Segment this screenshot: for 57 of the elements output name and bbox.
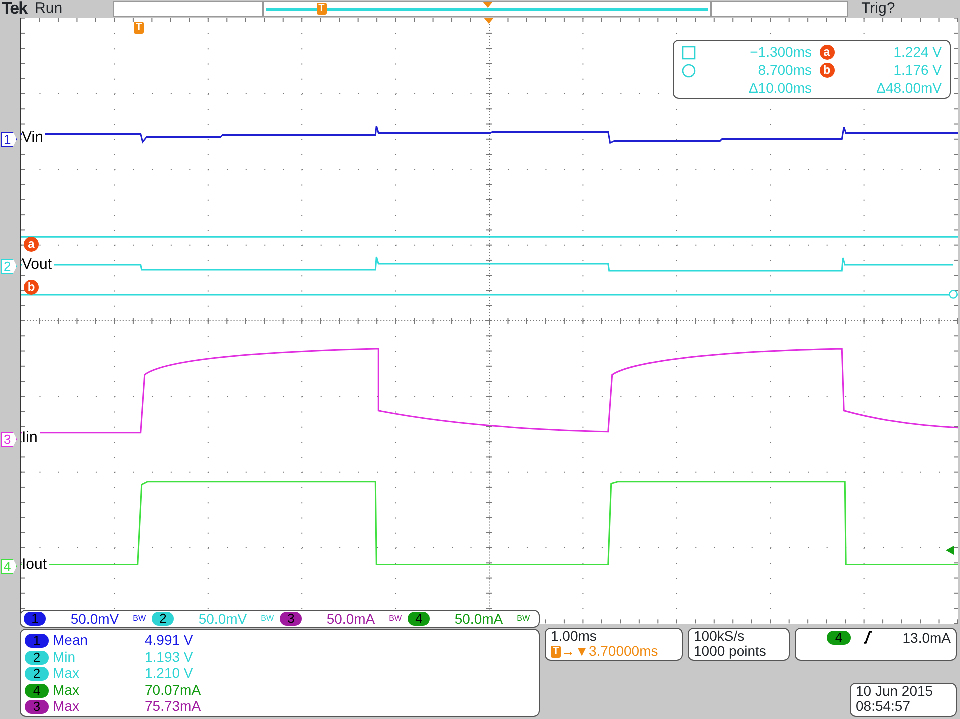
- cursor-value: 1.224 V: [892, 44, 942, 61]
- measurement-value: 75.73mA: [145, 698, 202, 716]
- circle-cursor-icon: [682, 64, 696, 78]
- cursor-marker: a: [820, 44, 834, 60]
- channel-badge: 2: [25, 667, 49, 682]
- cursor-marker: b: [820, 62, 834, 78]
- channel-badge: 2: [25, 650, 49, 665]
- trigger-position-marker: T: [134, 22, 144, 34]
- trigger-position: →▼3.70000ms: [561, 644, 658, 659]
- channel-badge: 1: [24, 612, 46, 626]
- measurement-name: Max: [53, 682, 80, 699]
- date-text: 10 Jun 2015: [856, 684, 934, 699]
- trigger-level-icon: [946, 546, 954, 555]
- run-status: Run: [35, 0, 63, 18]
- rising-edge-icon: [863, 631, 873, 644]
- measurement-name: Max: [53, 698, 80, 716]
- measurement-value: 4.991 V: [145, 632, 194, 649]
- channel-scale: 50.0mV: [70, 610, 120, 628]
- channel-badge: 4: [827, 631, 851, 645]
- record-length: 1000 points: [694, 644, 768, 659]
- square-cursor-icon: [682, 46, 696, 60]
- bandwidth-limit-label: BW: [133, 614, 146, 624]
- measurement-value: 1.210 V: [145, 665, 194, 682]
- cursor-delta-time: Δ10.00ms: [748, 80, 812, 96]
- sample-rate: 100kS/s: [694, 629, 746, 644]
- channel-badge: 1: [25, 634, 49, 648]
- measurement-name: Mean: [53, 632, 90, 649]
- timebase-scale: 1.00ms: [551, 629, 598, 644]
- trigger-status: Trig?: [862, 0, 896, 18]
- measurement-name: Min: [53, 648, 77, 666]
- time-text: 08:54:57: [856, 699, 912, 714]
- trigger-level: 13.0mA: [902, 631, 951, 646]
- channel-scale: 50.0mA: [454, 610, 504, 628]
- channel-marker: 2: [1, 259, 18, 274]
- cursor-time: −1.300ms: [749, 44, 812, 61]
- brand-logo: Tek: [2, 0, 28, 20]
- measurement-value: 70.07mA: [145, 682, 202, 699]
- cursor-time: 8.700ms: [757, 62, 812, 79]
- channel-badge: 4: [25, 684, 49, 698]
- channel-badge: 3: [25, 700, 49, 714]
- channel-badge: 4: [408, 612, 430, 626]
- channel-scale: 50.0mA: [326, 610, 376, 628]
- channel-marker: 3: [1, 432, 18, 447]
- bandwidth-limit-label: BW: [261, 614, 274, 624]
- cursor-delta-value: Δ48.00mV: [876, 80, 942, 96]
- channel-marker: 4: [1, 559, 18, 574]
- channel-marker: 1: [1, 132, 18, 147]
- trigger-position-marker: T: [316, 3, 327, 15]
- measurement-value: 1.193 V: [145, 648, 194, 666]
- channel-badge: 3: [280, 612, 302, 626]
- measurement-name: Max: [53, 665, 80, 682]
- cursor-value: 1.176 V: [892, 62, 942, 79]
- trigger-position-marker: T: [551, 646, 562, 658]
- bandwidth-limit-label: BW: [389, 614, 402, 624]
- bandwidth-limit-label: BW: [517, 614, 530, 624]
- channel-badge: 2: [152, 612, 174, 626]
- channel-scale: 50.0mV: [198, 610, 248, 628]
